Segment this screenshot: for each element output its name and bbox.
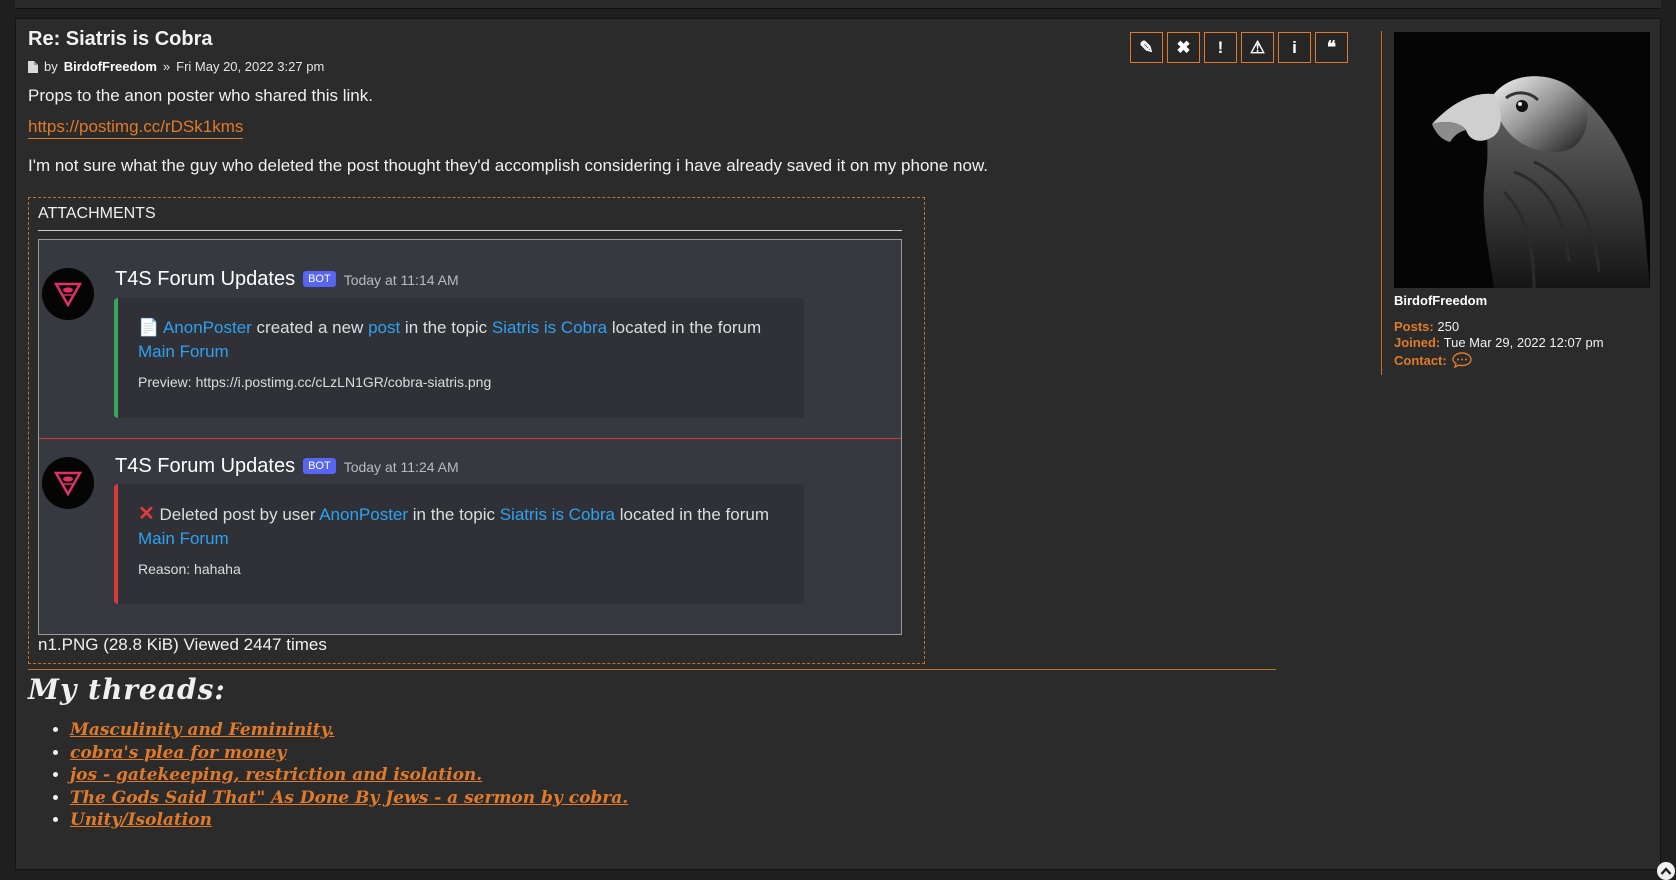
warn-button[interactable]: ⚠ <box>1241 32 1274 63</box>
attachments-box: ATTACHMENTS T4S Forum Updates BOT Today … <box>28 197 925 664</box>
red-x-icon: ✕ <box>138 503 155 525</box>
post-actions: ✎ ✖ ! ⚠ i ❝ <box>1130 32 1348 63</box>
joined-date: Tue Mar 29, 2022 12:07 pm <box>1443 335 1604 350</box>
thread-link[interactable]: Masculinity and Femininity. <box>70 720 334 740</box>
triangle-eye-icon <box>54 471 82 496</box>
chat-bubble-icon[interactable] <box>1452 352 1472 368</box>
avatar <box>42 457 94 509</box>
discord-message: T4S Forum Updates BOT Today at 11:24 AM … <box>39 438 901 634</box>
bot-badge: BOT <box>303 458 336 474</box>
list-item: Masculinity and Femininity. <box>70 719 628 742</box>
quote-button[interactable]: ❝ <box>1315 32 1348 63</box>
message-embed: ✕ Deleted post by user AnonPoster in the… <box>114 484 804 604</box>
profile-contact: Contact: <box>1394 352 1472 368</box>
back-to-top-button[interactable] <box>1657 862 1675 880</box>
eagle-image <box>1394 32 1650 288</box>
list-item: Unity/Isolation <box>70 809 628 832</box>
embed-preview: Preview: https://i.postimg.cc/cLzLN1GR/c… <box>138 374 492 390</box>
profile-posts: Posts: 250 <box>1394 319 1459 334</box>
signature-title: My threads: <box>28 673 226 706</box>
profile-divider <box>1381 31 1382 375</box>
message-header: T4S Forum Updates BOT Today at 11:24 AM <box>115 455 459 478</box>
embed-reason: Reason: hahaha <box>138 561 241 577</box>
thread-link[interactable]: cobra's plea for money <box>70 743 286 763</box>
embed-user-link: AnonPoster <box>162 318 252 337</box>
info-button[interactable]: i <box>1278 32 1311 63</box>
info-icon: i <box>1292 37 1297 57</box>
edit-button[interactable]: ✎ <box>1130 32 1163 63</box>
document-icon <box>28 60 38 73</box>
message-header: T4S Forum Updates BOT Today at 11:14 AM <box>115 268 459 291</box>
embed-text: 📄 AnonPoster created a new post in the t… <box>138 316 786 364</box>
embed-text-part: created a new <box>251 318 369 337</box>
embed-user-link: AnonPoster <box>319 505 409 524</box>
embed-topic-link: Siatris is Cobra <box>499 505 615 524</box>
triangle-eye-icon <box>54 282 82 307</box>
embed-text-part: Deleted post by user <box>154 505 320 524</box>
message-embed: 📄 AnonPoster created a new post in the t… <box>114 298 804 418</box>
exclamation-icon: ! <box>1217 37 1224 57</box>
attachments-heading: ATTACHMENTS <box>38 205 156 222</box>
list-item: jos - gatekeeping, restriction and isola… <box>70 764 628 787</box>
embed-forum-link: Main Forum <box>138 529 229 548</box>
list-item: The Gods Said That" As Done By Jews - a … <box>70 787 628 810</box>
avatar <box>42 268 94 320</box>
attachment-image[interactable]: T4S Forum Updates BOT Today at 11:14 AM … <box>38 239 902 635</box>
attachments-divider <box>38 230 902 231</box>
close-icon: ✖ <box>1176 37 1191 57</box>
embed-post-link: post <box>368 318 401 337</box>
signature-divider <box>28 669 1276 670</box>
pencil-icon: ✎ <box>1139 37 1154 57</box>
bot-username: T4S Forum Updates <box>115 455 296 477</box>
delete-button[interactable]: ✖ <box>1167 32 1200 63</box>
embed-text: ✕ Deleted post by user AnonPoster in the… <box>138 502 786 551</box>
attachment-caption: n1.PNG (28.8 KiB) Viewed 2447 times <box>38 635 327 654</box>
joined-label: Joined: <box>1394 335 1441 350</box>
post-container: Re: Siatris is Cobra by BirdofFreedom » … <box>15 18 1675 880</box>
post-body-line-1: Props to the anon poster who shared this… <box>28 86 373 105</box>
page-icon: 📄 <box>138 318 160 337</box>
report-button[interactable]: ! <box>1204 32 1237 63</box>
embed-forum-link: Main Forum <box>138 342 229 361</box>
warning-icon: ⚠ <box>1249 37 1266 57</box>
message-timestamp: Today at 11:14 AM <box>343 272 459 288</box>
bot-badge: BOT <box>303 271 336 287</box>
signature-thread-list: Masculinity and Femininity. cobra's plea… <box>28 719 628 832</box>
bot-username: T4S Forum Updates <box>115 268 296 290</box>
post-date: Fri May 20, 2022 3:27 pm <box>176 59 325 74</box>
post-title[interactable]: Re: Siatris is Cobra <box>28 28 213 51</box>
author-link[interactable]: BirdofFreedom <box>64 59 157 74</box>
discord-message: T4S Forum Updates BOT Today at 11:14 AM … <box>39 240 901 438</box>
byline-prefix: by <box>44 59 58 74</box>
post-body-line-2: I'm not sure what the guy who deleted th… <box>28 156 989 175</box>
thread-link[interactable]: The Gods Said That" As Done By Jews - a … <box>70 788 628 808</box>
thread-link[interactable]: Unity/Isolation <box>70 810 212 830</box>
embed-topic-link: Siatris is Cobra <box>491 318 608 337</box>
embed-text-part: in the topic <box>400 318 492 337</box>
quote-icon: ❝ <box>1326 37 1337 57</box>
profile-joined: Joined: Tue Mar 29, 2022 12:07 pm <box>1394 335 1604 350</box>
top-bar <box>15 0 1661 9</box>
contact-label: Contact: <box>1394 352 1447 368</box>
embed-text-part: located in the forum <box>614 505 770 524</box>
thread-link[interactable]: jos - gatekeeping, restriction and isola… <box>70 765 482 785</box>
profile-username[interactable]: BirdofFreedom <box>1394 293 1487 308</box>
post-link[interactable]: https://postimg.cc/rDSk1kms <box>28 117 244 139</box>
profile-avatar[interactable] <box>1394 32 1650 288</box>
embed-text-part: located in the forum <box>607 318 762 337</box>
message-timestamp: Today at 11:24 AM <box>343 459 459 475</box>
chevron-up-icon <box>1660 867 1672 875</box>
embed-text-part: in the topic <box>408 505 500 524</box>
posts-count[interactable]: 250 <box>1437 319 1459 334</box>
list-item: cobra's plea for money <box>70 742 628 765</box>
post-byline: by BirdofFreedom » Fri May 20, 2022 3:27… <box>28 59 324 74</box>
posts-label: Posts: <box>1394 319 1434 334</box>
byline-separator: » <box>162 59 171 74</box>
